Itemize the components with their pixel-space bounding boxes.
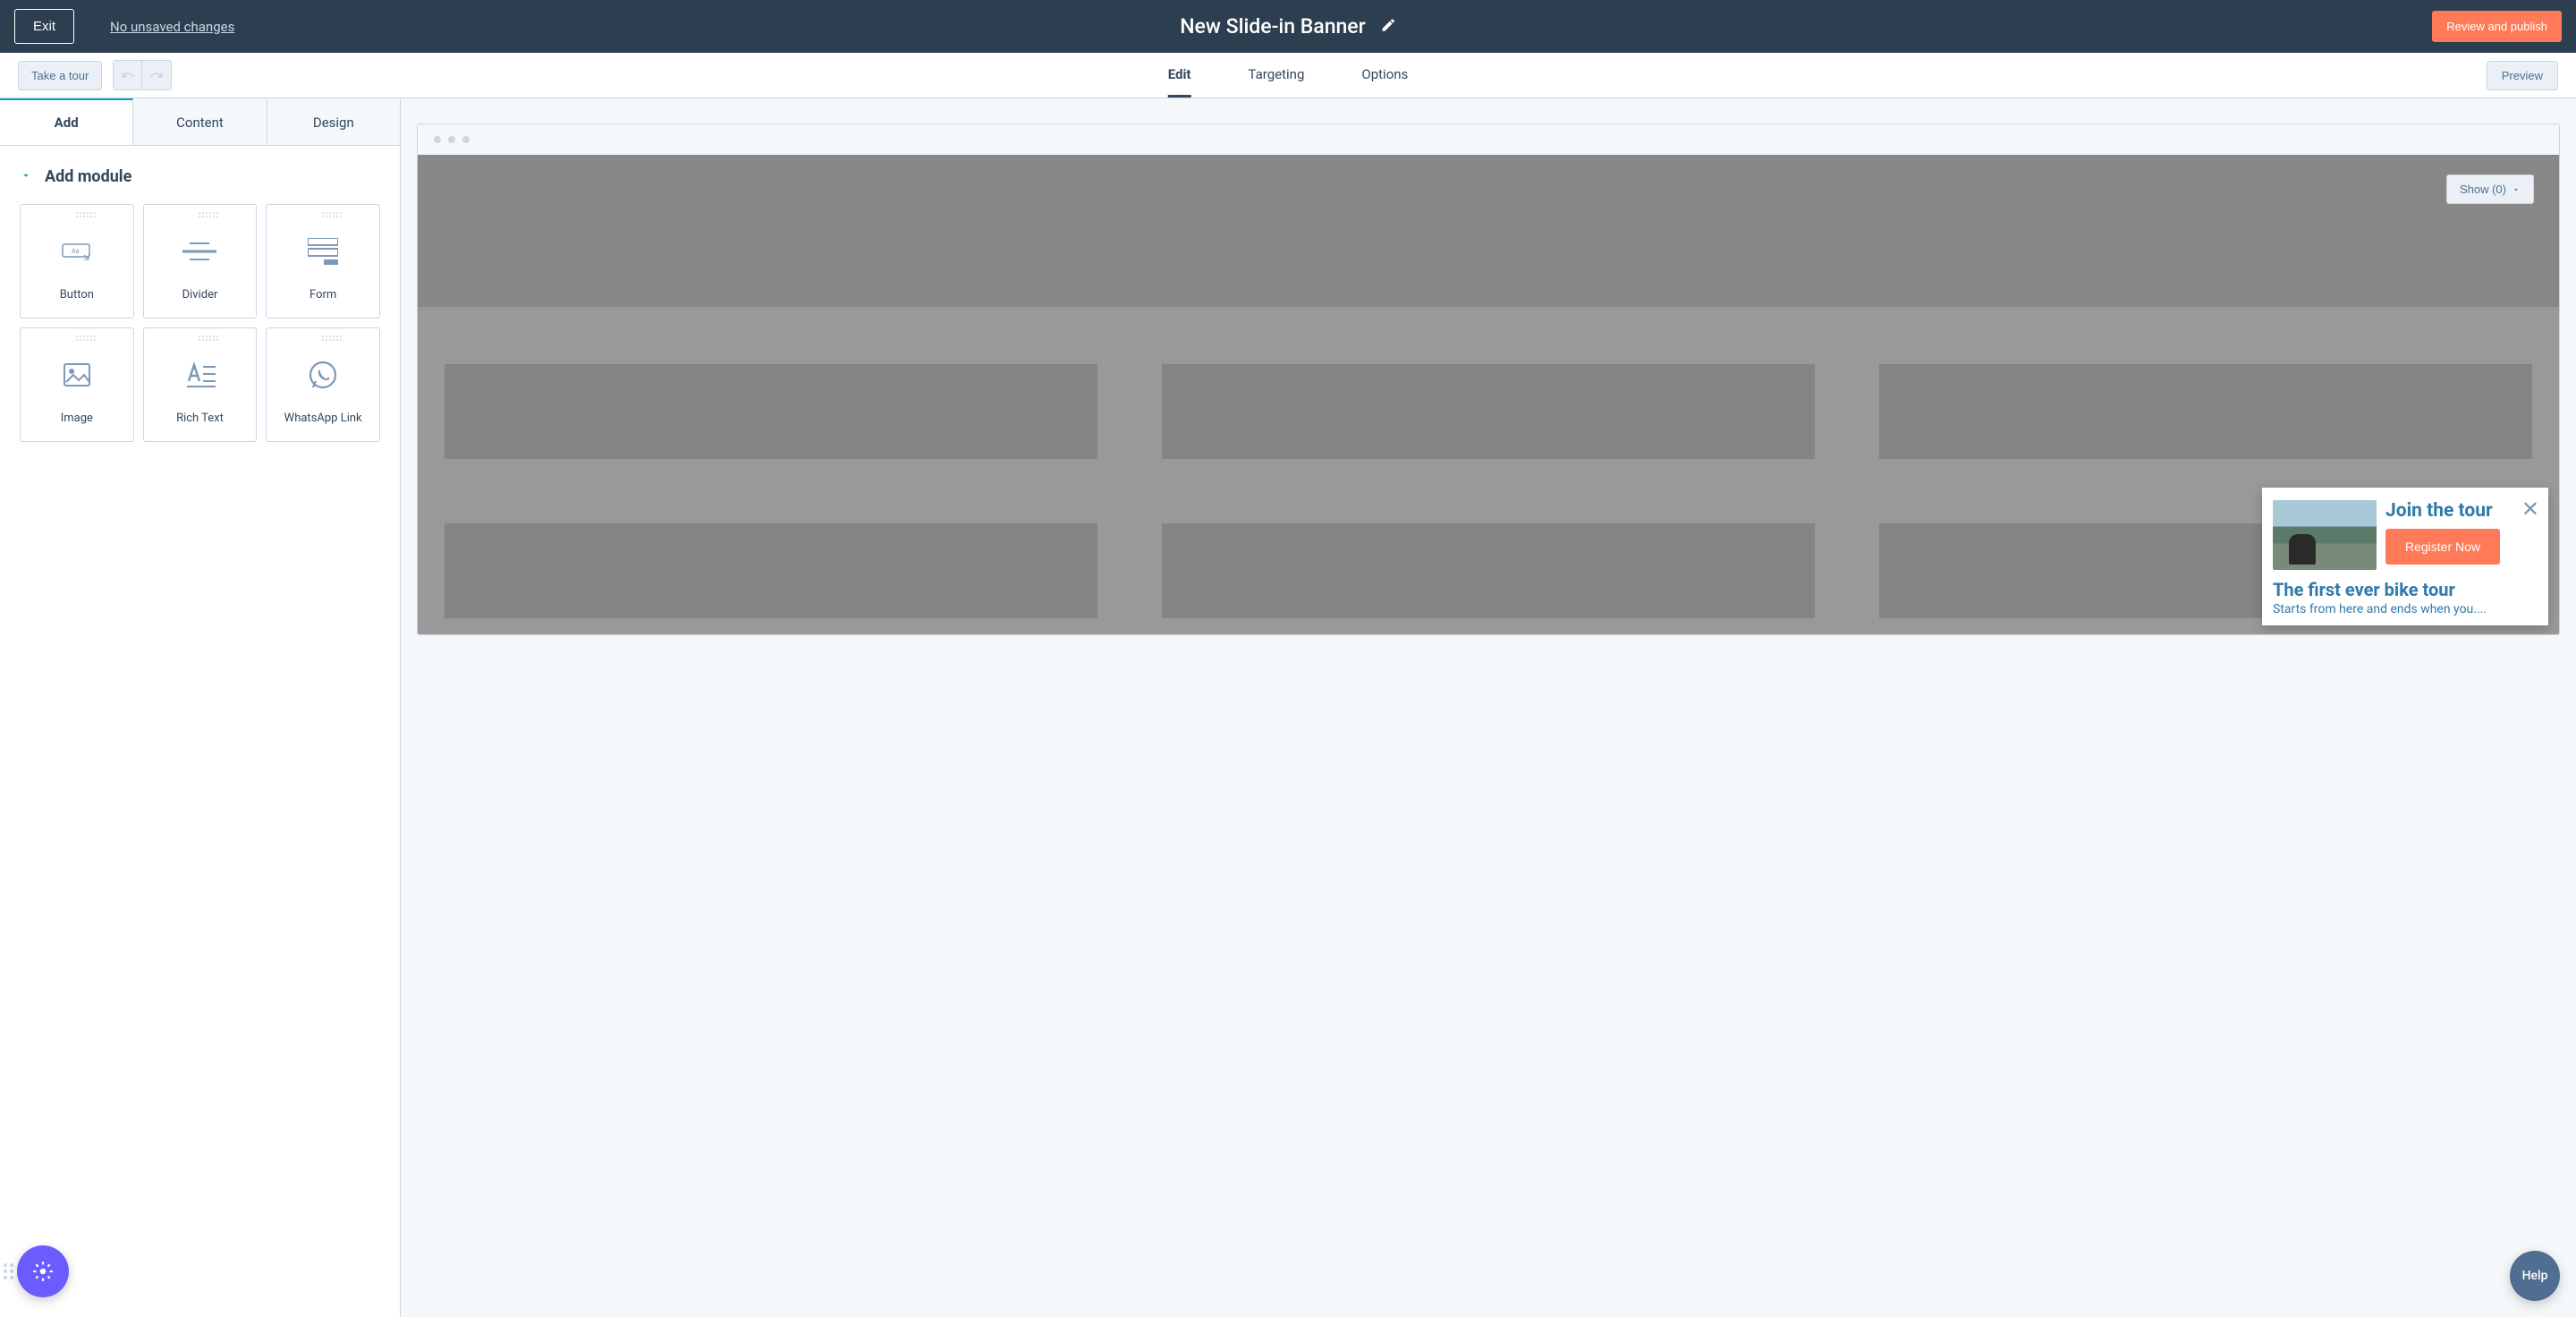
take-tour-button[interactable]: Take a tour (18, 61, 102, 90)
image-icon (63, 354, 91, 395)
placeholder-block (1162, 364, 1815, 459)
undo-button[interactable] (114, 61, 142, 89)
tab-targeting[interactable]: Targeting (1249, 53, 1305, 98)
form-icon (308, 231, 338, 272)
placeholder-block (1162, 523, 1815, 618)
slidein-cta-button[interactable]: Register Now (2385, 529, 2500, 565)
module-label: Rich Text (176, 412, 224, 425)
sidebar-tab-add[interactable]: Add (0, 98, 133, 145)
tab-edit[interactable]: Edit (1168, 53, 1191, 98)
module-divider[interactable]: Divider (143, 204, 258, 319)
redo-button[interactable] (142, 61, 171, 89)
fab-container (0, 1245, 69, 1297)
canvas: Show (0) ✕ Join t (401, 98, 2576, 1317)
whatsapp-icon (308, 354, 338, 395)
sidebar: Add Content Design Add module Aa Button (0, 98, 401, 1317)
section-title: Add module (45, 167, 131, 186)
module-label: Form (309, 288, 336, 302)
module-button[interactable]: Aa Button (20, 204, 134, 319)
toolbar: Take a tour Edit Targeting Options Previ… (0, 53, 2576, 98)
module-label: Divider (182, 288, 218, 302)
module-label: Button (60, 288, 94, 302)
slidein-body: Starts from here and ends when you.... (2273, 602, 2538, 616)
slidein-heading: Join the tour (2385, 500, 2538, 522)
unsaved-changes-link[interactable]: No unsaved changes (110, 19, 234, 35)
button-icon: Aa (59, 231, 95, 272)
frame-dots (418, 124, 2559, 155)
pencil-icon[interactable] (1380, 17, 1396, 37)
assistant-fab[interactable] (17, 1245, 69, 1297)
preview-frame: Show (0) ✕ Join t (417, 123, 2560, 635)
slidein-banner[interactable]: ✕ Join the tour Register Now The first e… (2262, 488, 2548, 625)
preview-button[interactable]: Preview (2487, 61, 2558, 90)
tab-options[interactable]: Options (1361, 53, 1408, 98)
chevron-down-icon (20, 168, 32, 185)
module-richtext[interactable]: Rich Text (143, 327, 258, 442)
review-publish-button[interactable]: Review and publish (2432, 11, 2562, 42)
page-title: New Slide-in Banner (1180, 14, 1366, 38)
placeholder-block (445, 364, 1097, 459)
module-form[interactable]: Form (266, 204, 380, 319)
module-label: Image (61, 412, 93, 425)
placeholder-block (445, 523, 1097, 618)
drag-handle-icon[interactable] (0, 1263, 13, 1279)
sidebar-tab-design[interactable]: Design (267, 98, 400, 145)
module-label: WhatsApp Link (284, 412, 362, 425)
module-image[interactable]: Image (20, 327, 134, 442)
slidein-image (2273, 500, 2377, 570)
divider-icon (181, 231, 218, 272)
close-icon[interactable]: ✕ (2521, 498, 2539, 520)
slidein-subheading: The first ever bike tour (2273, 579, 2538, 600)
app-header: Exit No unsaved changes New Slide-in Ban… (0, 0, 2576, 53)
caret-down-icon (2512, 185, 2521, 194)
show-dropdown[interactable]: Show (0) (2446, 174, 2534, 204)
exit-button[interactable]: Exit (14, 9, 74, 44)
help-button[interactable]: Help (2510, 1251, 2560, 1301)
sidebar-tab-content[interactable]: Content (133, 98, 267, 145)
richtext-icon (182, 354, 217, 395)
placeholder-hero (418, 155, 2559, 307)
section-toggle-add-module[interactable]: Add module (0, 146, 400, 197)
module-whatsapp[interactable]: WhatsApp Link (266, 327, 380, 442)
placeholder-block (1879, 364, 2532, 459)
svg-text:Aa: Aa (72, 248, 80, 255)
